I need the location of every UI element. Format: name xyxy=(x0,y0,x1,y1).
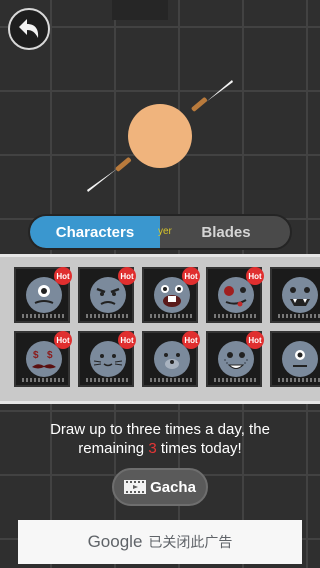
hot-badge: Hot xyxy=(246,267,264,285)
character-slot[interactable]: Hot xyxy=(142,331,200,387)
character-slot[interactable]: Hot xyxy=(14,267,72,323)
character-name-bar xyxy=(150,378,192,382)
svg-text:$: $ xyxy=(33,350,39,361)
back-button[interactable] xyxy=(8,8,50,50)
category-tabs: Characters yer Blades xyxy=(28,214,292,250)
character-slot[interactable]: $ $ Hot xyxy=(14,331,72,387)
character-slot[interactable]: Hot xyxy=(78,267,136,323)
blade-icon-top xyxy=(191,80,233,112)
character-grid-panel: Hot Hot Hot Hot $ $ Hot Hot Hot Hot xyxy=(0,254,320,404)
character-name-bar xyxy=(150,314,192,318)
ad-brand: Google xyxy=(87,532,143,551)
ad-banner: Google 已关闭此广告 xyxy=(18,520,302,564)
character-name-bar xyxy=(278,378,320,382)
character-preview xyxy=(87,80,233,192)
character-slot[interactable]: Hot xyxy=(206,267,264,323)
tab-blades[interactable]: Blades xyxy=(160,216,290,248)
character-slot[interactable]: Hot xyxy=(78,331,136,387)
back-arrow-icon xyxy=(19,19,39,38)
info-line-2: remaining 3 times today! xyxy=(78,440,242,457)
hot-badge: Hot xyxy=(54,267,72,285)
gacha-info-text: Draw up to three times a day, the remain… xyxy=(20,420,300,458)
info-line-1: Draw up to three times a day, the xyxy=(50,421,270,438)
character-name-bar xyxy=(86,314,128,318)
film-icon xyxy=(124,480,147,494)
one-eye-face-icon xyxy=(282,341,318,377)
gacha-label: Gacha xyxy=(150,478,196,496)
character-name-bar xyxy=(214,314,256,318)
gacha-button[interactable]: Gacha xyxy=(112,468,208,506)
character-ball xyxy=(128,104,192,168)
hot-badge: Hot xyxy=(118,331,136,349)
monster-face-icon xyxy=(282,277,318,313)
character-name-bar xyxy=(22,378,64,382)
character-slot[interactable]: Hot xyxy=(142,267,200,323)
hot-badge: Hot xyxy=(54,331,72,349)
top-block xyxy=(112,0,168,20)
character-name-bar xyxy=(22,314,64,318)
hot-badge: Hot xyxy=(182,267,200,285)
hot-badge: Hot xyxy=(118,267,136,285)
tab-characters[interactable]: Characters xyxy=(30,216,160,248)
character-slot[interactable]: Hot xyxy=(206,331,264,387)
remaining-count: 3 xyxy=(148,440,157,457)
ad-closed-text: 已关闭此广告 xyxy=(148,534,233,550)
blade-icon-bottom xyxy=(87,157,132,192)
hot-badge: Hot xyxy=(246,331,264,349)
character-name-bar xyxy=(278,314,320,318)
hot-badge: Hot xyxy=(182,331,200,349)
character-name-bar xyxy=(86,378,128,382)
svg-text:$: $ xyxy=(47,350,53,361)
character-slot[interactable] xyxy=(270,267,320,323)
character-slot[interactable] xyxy=(270,331,320,387)
character-name-bar xyxy=(214,378,256,382)
